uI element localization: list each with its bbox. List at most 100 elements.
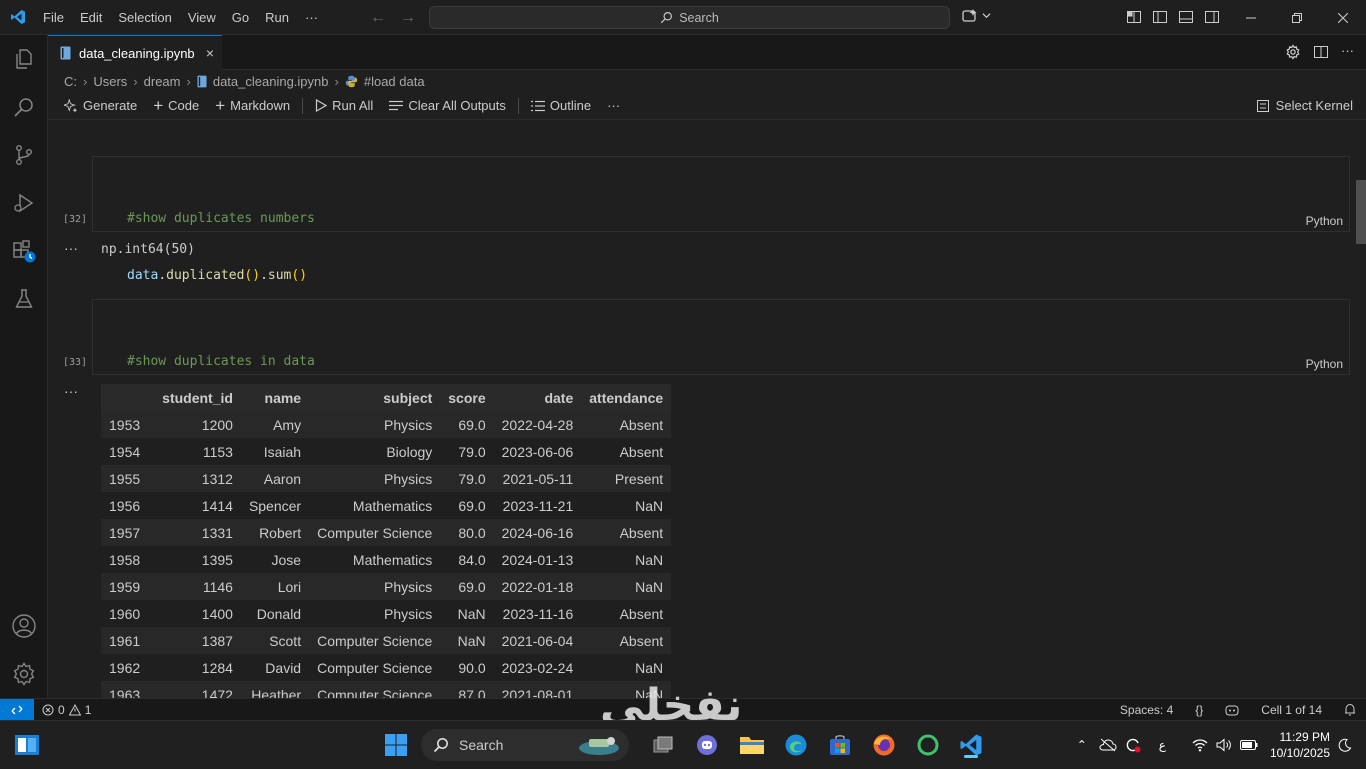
edge-browser-button[interactable]: [781, 730, 811, 760]
breadcrumb-dream[interactable]: dream: [144, 74, 181, 89]
select-kernel-button[interactable]: Select Kernel: [1256, 98, 1353, 113]
outline-button[interactable]: Outline: [525, 98, 597, 113]
table-cell: NaN: [440, 627, 494, 654]
back-arrow-icon[interactable]: ←: [370, 9, 386, 27]
language-mode-braces-icon[interactable]: {}: [1195, 703, 1203, 717]
copilot-button[interactable]: [962, 8, 991, 23]
column-header: attendance: [581, 384, 672, 411]
circle-app-button[interactable]: [913, 730, 943, 760]
forward-arrow-icon[interactable]: →: [400, 9, 416, 27]
cell-language-picker[interactable]: Python: [1306, 357, 1343, 371]
breadcrumb-users[interactable]: Users: [93, 74, 127, 89]
table-cell: 2022-04-28: [493, 411, 582, 438]
notifications-bell-icon[interactable]: [1344, 703, 1356, 716]
indentation-status[interactable]: Spaces: 4: [1120, 703, 1173, 717]
minimize-button[interactable]: [1228, 0, 1274, 35]
gear-icon[interactable]: [1285, 44, 1301, 60]
vscode-taskbar-button[interactable]: [956, 730, 986, 760]
taskbar-search-box[interactable]: Search: [421, 729, 629, 761]
testing-button[interactable]: [0, 275, 48, 323]
add-code-cell-button[interactable]: + Code: [147, 97, 205, 114]
restore-button[interactable]: [1274, 0, 1320, 35]
task-view-button[interactable]: [648, 730, 678, 760]
accounts-button[interactable]: [0, 602, 48, 650]
sync-alert-icon[interactable]: [1125, 737, 1141, 753]
manage-settings-button[interactable]: [0, 650, 48, 698]
remote-indicator[interactable]: [0, 698, 34, 721]
source-control-icon: [15, 145, 32, 166]
toggle-secondary-sidebar-icon[interactable]: [1204, 9, 1220, 25]
wifi-icon[interactable]: [1192, 738, 1208, 752]
row-index-cell: 1954: [101, 438, 155, 465]
menu-run[interactable]: Run: [257, 0, 297, 35]
error-count: 0: [58, 702, 65, 717]
search-view-button[interactable]: [0, 83, 48, 131]
toggle-primary-sidebar-icon[interactable]: [1152, 9, 1168, 25]
output-actions-button[interactable]: ···: [64, 383, 78, 399]
table-cell: 2024-06-16: [493, 519, 582, 546]
clear-all-outputs-button[interactable]: Clear All Outputs: [383, 98, 512, 113]
title-bar: File Edit Selection View Go Run ··· ← → …: [0, 0, 1366, 35]
menu-selection[interactable]: Selection: [110, 0, 179, 35]
menu-go[interactable]: Go: [224, 0, 257, 35]
breadcrumb-cell-section[interactable]: #load data: [364, 74, 425, 89]
menu-edit[interactable]: Edit: [72, 0, 110, 35]
menu-more[interactable]: ···: [297, 0, 326, 35]
input-language-indicator[interactable]: ع: [1159, 738, 1166, 752]
run-debug-button[interactable]: [0, 179, 48, 227]
command-center-search[interactable]: Search: [429, 6, 950, 29]
toggle-panel-icon[interactable]: [1178, 9, 1194, 25]
code-comment: #show duplicates in data: [127, 354, 315, 369]
file-explorer-button[interactable]: [737, 730, 767, 760]
output-actions-button[interactable]: ···: [64, 240, 78, 256]
battery-icon[interactable]: [1239, 740, 1258, 750]
copilot-app-button[interactable]: [692, 730, 722, 760]
run-all-button[interactable]: Run All: [309, 98, 379, 113]
notebook-editor: #show duplicates numbers data.duplicated…: [48, 119, 1366, 698]
firefox-button[interactable]: [869, 730, 899, 760]
minimize-icon: [1246, 17, 1256, 18]
table-cell: Spencer: [240, 492, 310, 519]
tab-data-cleaning[interactable]: data_cleaning.ipynb ×: [48, 35, 222, 70]
firefox-icon: [873, 734, 895, 756]
code-cell[interactable]: #show duplicates numbers data.duplicated…: [92, 156, 1350, 283]
cell-position-status[interactable]: Cell 1 of 14: [1261, 703, 1322, 717]
more-toolbar-actions[interactable]: ···: [601, 98, 626, 113]
breadcrumb-file[interactable]: data_cleaning.ipynb: [213, 74, 329, 89]
code-line: data.duplicated().sum(): [127, 266, 315, 285]
start-button[interactable]: [381, 730, 411, 760]
widgets-button[interactable]: [14, 734, 40, 756]
row-index-cell: 1956: [101, 492, 155, 519]
onedrive-offline-icon[interactable]: [1099, 738, 1117, 752]
microsoft-store-button[interactable]: [825, 730, 855, 760]
markdown-label: Markdown: [230, 98, 291, 113]
cell-language-picker[interactable]: Python: [1306, 214, 1343, 228]
code-label: Code: [168, 98, 200, 113]
clock[interactable]: 11:29 PM 10/10/2025: [1270, 729, 1330, 761]
copilot-status-icon[interactable]: [1225, 704, 1239, 716]
table-cell: Present: [581, 465, 672, 492]
menu-view[interactable]: View: [180, 0, 224, 35]
split-editor-icon[interactable]: [1313, 44, 1329, 60]
extensions-button[interactable]: [0, 227, 48, 275]
more-actions-icon[interactable]: ···: [1341, 44, 1354, 60]
menu-file[interactable]: File: [35, 0, 72, 35]
chevron-right-icon: ›: [334, 73, 339, 89]
close-tab-icon[interactable]: ×: [206, 45, 214, 61]
scrollbar-thumb[interactable]: [1356, 180, 1366, 244]
explorer-button[interactable]: [0, 35, 48, 83]
active-app-indicator: [964, 755, 978, 758]
do-not-disturb-moon-icon[interactable]: [1338, 738, 1352, 752]
source-control-button[interactable]: [0, 131, 48, 179]
breadcrumb-drive[interactable]: C:: [64, 74, 77, 89]
close-window-button[interactable]: [1320, 0, 1366, 35]
show-hidden-icons-chevron-icon[interactable]: ⌃: [1077, 738, 1087, 752]
customize-layout-icon[interactable]: [1126, 9, 1142, 25]
table-cell: Mathematics: [309, 546, 441, 573]
table-row: 1963 1472 Heather Computer Science 87.0 2021-…: [101, 681, 672, 698]
problems-indicator[interactable]: 0 1: [42, 703, 91, 717]
volume-icon[interactable]: [1216, 738, 1232, 752]
code-cell[interactable]: #show duplicates in data data[data.dupli…: [92, 299, 1350, 426]
generate-button[interactable]: Generate: [58, 98, 143, 113]
add-markdown-cell-button[interactable]: + Markdown: [209, 97, 296, 114]
